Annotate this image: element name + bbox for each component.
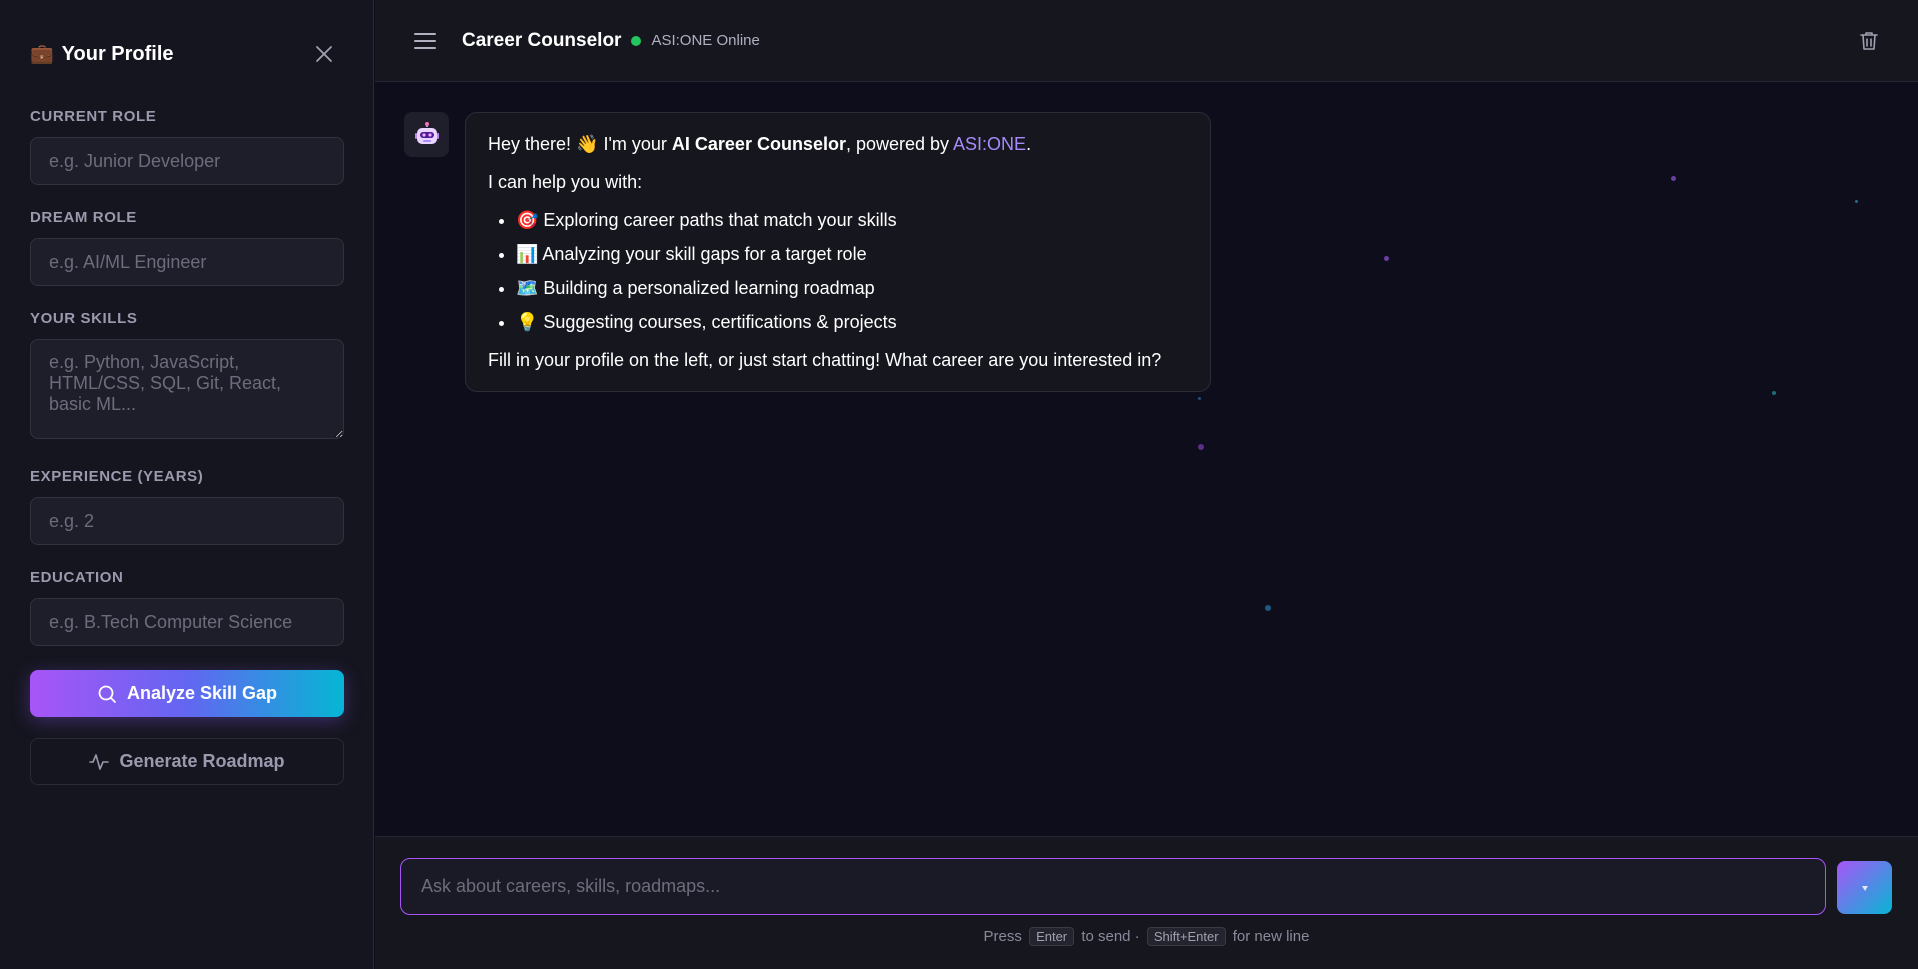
background-star [1198,444,1204,450]
profile-sidebar: 💼 Your Profile Current Role Dream Role Y… [0,0,374,969]
dream-role-field: Dream Role [30,209,344,286]
capabilities-list: 🎯 Exploring career paths that match your… [516,209,1188,333]
sidebar-header: 💼 Your Profile [30,0,343,108]
list-item: 📊 Analyzing your skill gaps for a target… [516,243,1188,265]
greeting-text: Hey there! 👋 I'm your AI Career Counselo… [488,133,1188,155]
analyze-button-label: Analyze Skill Gap [126,683,278,703]
page-title: Career Counselor [462,29,622,51]
current-role-input[interactable] [30,137,344,185]
hint-press: Press [983,928,1022,945]
shift-enter-key: Shift+Enter [1146,927,1226,946]
greeting-end: . [1026,134,1032,154]
greeting-start: Hey there! 👋 I'm your [488,134,672,154]
closing-text: Fill in your profile on the left, or jus… [488,350,1162,370]
activity-icon [89,753,110,770]
experience-field: Experience (Years) [30,468,344,545]
skills-label: Your Skills [30,310,138,327]
search-icon [98,685,116,703]
asi-one-link[interactable]: ASI:ONE [953,134,1026,154]
background-star [1671,176,1676,181]
roadmap-button-label: Generate Roadmap [119,751,285,771]
keyboard-hint: Press Enter to send · Shift+Enter for ne… [375,927,1918,946]
send-button[interactable] [1837,861,1892,914]
current-role-field: Current Role [30,108,344,185]
sidebar-title-text: Your Profile [61,42,174,65]
top-bar: Career Counselor ASI:ONE Online [375,0,1918,82]
online-status-dot [631,35,642,46]
experience-label: Experience (Years) [30,468,204,485]
list-item: 💡 Suggesting courses, certifications & p… [516,311,1188,333]
briefcase-icon: 💼 [30,44,54,65]
close-icon [316,46,332,62]
robot-icon [414,121,439,144]
chat-main: Career Counselor ASI:ONE Online Hey ther… [375,0,1918,969]
hint-send: to send · [1081,928,1140,945]
hamburger-icon [414,32,436,49]
background-star [1265,605,1271,611]
clear-chat-button[interactable] [1856,28,1882,54]
list-item: 🎯 Exploring career paths that match your… [516,209,1188,231]
education-field: Education [30,569,344,646]
enter-key: Enter [1029,927,1075,946]
education-input[interactable] [30,598,344,646]
close-sidebar-button[interactable] [309,39,339,69]
education-label: Education [30,569,124,586]
generate-roadmap-button[interactable]: Generate Roadmap [30,738,344,785]
chat-messages: Hey there! 👋 I'm your AI Career Counselo… [375,82,1918,836]
dream-role-input[interactable] [30,238,344,286]
status-text: ASI:ONE Online [651,32,760,49]
background-star [1772,391,1776,395]
greeting-mid: , powered by [845,134,954,154]
menu-button[interactable] [411,27,439,55]
current-role-label: Current Role [30,108,157,125]
intro-text: I can help you with: [488,172,643,192]
assistant-message: Hey there! 👋 I'm your AI Career Counselo… [404,112,1211,392]
analyze-skill-gap-button[interactable]: Analyze Skill Gap [30,670,344,717]
chat-input[interactable] [400,858,1826,915]
background-star [1198,397,1201,400]
list-item: 🗺️ Building a personalized learning road… [516,277,1188,299]
background-star [1855,200,1858,203]
sidebar-title: 💼 Your Profile [30,42,174,66]
skills-textarea[interactable] [30,339,344,439]
send-icon [1861,885,1868,891]
background-star [1384,256,1389,261]
dream-role-label: Dream Role [30,209,137,226]
message-composer: Press Enter to send · Shift+Enter for ne… [375,836,1918,969]
skills-field: Your Skills [30,310,344,444]
greeting-bold: AI Career Counselor [671,134,846,154]
message-bubble: Hey there! 👋 I'm your AI Career Counselo… [465,112,1211,392]
trash-icon [1860,31,1878,50]
experience-input[interactable] [30,497,344,545]
hint-newline: for new line [1232,928,1310,945]
bot-avatar [404,112,449,157]
